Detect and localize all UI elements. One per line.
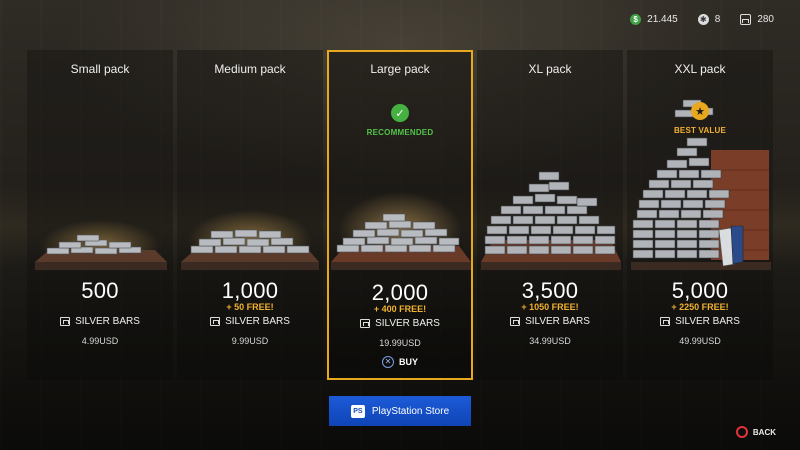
silver-bars-stack-image (481, 171, 621, 270)
buy-button[interactable]: ✕ BUY (329, 356, 471, 368)
silver-bars-stack-image (631, 99, 771, 270)
pack-name: XXL pack (674, 62, 726, 76)
pack-card-xxl[interactable]: XXL pack ★ BEST VALUE 5,000 + 2250 FREE!… (627, 50, 773, 380)
pack-name: XL pack (528, 62, 572, 76)
star-icon: ★ (691, 102, 709, 120)
pack-name: Small pack (70, 62, 130, 76)
pack-price: 9.99USD (231, 336, 269, 346)
cross-button-icon: ✕ (381, 356, 394, 368)
currency-label: SILVER BARS (627, 316, 773, 327)
pack-amount: 1,000 (221, 278, 279, 303)
pack-amount: 2,000 (371, 280, 429, 305)
money-value: 21.445 (647, 14, 678, 25)
currency-label: SILVER BARS (329, 318, 471, 329)
pack-price: 34.99USD (529, 336, 571, 346)
silver-bars-stack-image (331, 192, 471, 270)
currency-name-text: SILVER BARS (225, 316, 290, 327)
silver-bars-icon (660, 317, 671, 326)
circle-button-icon (735, 426, 748, 438)
back-label: BACK (752, 427, 776, 437)
chip-icon: ✱ (697, 14, 709, 25)
pack-name: Medium pack (214, 62, 286, 76)
silver-bars-icon (740, 14, 752, 25)
pack-bonus: + 2250 FREE! (671, 302, 729, 312)
recommended-badge: ✓ RECOMMENDED (329, 104, 471, 137)
currency-name-text: SILVER BARS (525, 316, 590, 327)
money-icon: $ (630, 14, 642, 25)
chip-value: 8 (714, 14, 721, 25)
buy-label: BUY (398, 357, 418, 367)
badge-label: RECOMMENDED (366, 128, 434, 137)
best-value-badge: ★ BEST VALUE (627, 102, 773, 135)
pack-price: 49.99USD (679, 336, 721, 346)
silver-bars-icon (210, 317, 221, 326)
pack-amount: 3,500 (521, 278, 579, 303)
pack-card-medium[interactable]: Medium pack 1,000 + 50 FREE! SILVER BARS… (177, 50, 323, 380)
silver-bars-balance: 280 (740, 14, 774, 25)
store-label: PlayStation Store (371, 405, 450, 417)
pack-bonus: + 50 FREE! (226, 302, 274, 312)
pack-card-xl[interactable]: XL pack 3,500 + 1050 FREE! SILVER BARS 3… (477, 50, 623, 380)
checkmark-icon: ✓ (391, 104, 409, 122)
playstation-store-button[interactable]: PS PlayStation Store (329, 396, 471, 426)
pack-price: 19.99USD (379, 338, 421, 348)
currency-bar: $ 21.445 ✱ 8 280 (630, 14, 774, 25)
currency-label: SILVER BARS (27, 316, 173, 327)
silver-bars-value: 280 (757, 14, 774, 25)
silver-bars-icon (60, 317, 71, 326)
currency-label: SILVER BARS (177, 316, 323, 327)
pack-amount: 500 (81, 278, 119, 303)
pack-name: Large pack (370, 62, 430, 76)
pack-list: Small pack 500 SILVER BARS 4.99USD Mediu… (27, 50, 773, 380)
badge-label: BEST VALUE (673, 126, 727, 135)
currency-label: SILVER BARS (477, 316, 623, 327)
silver-bars-stack-image (181, 210, 319, 270)
pack-bonus: + 400 FREE! (373, 304, 427, 314)
pack-card-small[interactable]: Small pack 500 SILVER BARS 4.99USD (27, 50, 173, 380)
currency-name-text: SILVER BARS (375, 318, 440, 329)
silver-bars-icon (510, 317, 521, 326)
money-balance: $ 21.445 (630, 14, 678, 25)
currency-name-text: SILVER BARS (75, 316, 140, 327)
silver-bars-stack-image (35, 220, 167, 270)
pack-price: 4.99USD (81, 336, 119, 346)
pack-bonus: + 1050 FREE! (521, 302, 579, 312)
silver-bars-icon (360, 319, 371, 328)
currency-name-text: SILVER BARS (675, 316, 740, 327)
back-button[interactable]: BACK (735, 426, 776, 438)
chip-balance: ✱ 8 (697, 14, 721, 25)
pack-amount: 5,000 (671, 278, 729, 303)
pack-card-large[interactable]: Large pack ✓ RECOMMENDED 2,000 + 400 FRE… (327, 50, 473, 380)
playstation-store-icon: PS (350, 404, 365, 418)
